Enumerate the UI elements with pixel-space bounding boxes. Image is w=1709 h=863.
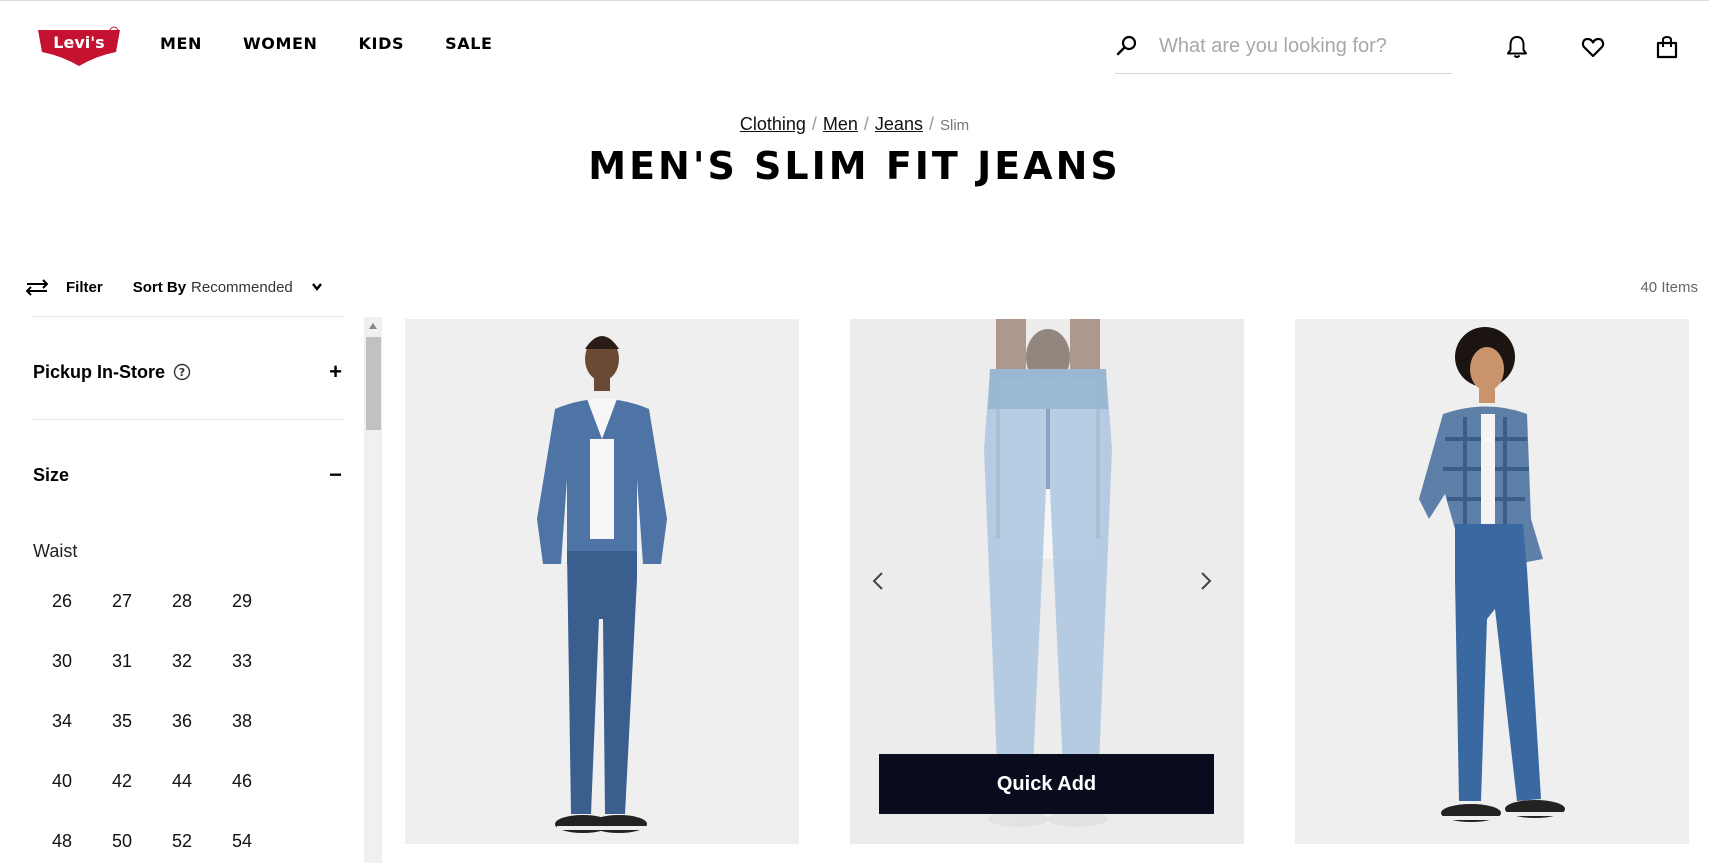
facet-size-label: Size (33, 464, 70, 485)
nav-men[interactable]: MEN (160, 34, 202, 53)
facet-pickup-in-store[interactable]: Pickup In-Store ? + (33, 357, 344, 387)
product-card[interactable] (405, 319, 799, 844)
collapse-icon: − (329, 462, 342, 487)
carousel-next-icon[interactable] (1194, 564, 1218, 598)
site-header: Levi's MEN WOMEN KIDS SALE (0, 4, 1709, 84)
facet-pickup-label: Pickup In-Store (33, 361, 166, 382)
sidebar-divider (33, 316, 344, 317)
size-option[interactable]: 30 (38, 642, 86, 680)
size-option[interactable]: 31 (98, 642, 146, 680)
listing-toolbar: Filter Sort By Recommended (26, 274, 323, 300)
breadcrumb-jeans[interactable]: Jeans (875, 114, 923, 134)
filter-button[interactable]: Filter (26, 278, 103, 296)
heart-icon[interactable] (1580, 34, 1606, 60)
bell-icon[interactable] (1504, 34, 1530, 60)
product-card[interactable]: Quick Add (850, 319, 1244, 844)
size-option[interactable]: 42 (98, 762, 146, 800)
page-title: MEN'S SLIM FIT JEANS (588, 144, 1121, 188)
sidebar-divider (33, 419, 344, 420)
filter-label: Filter (66, 278, 103, 296)
waist-size-grid: 26 27 28 29 30 31 32 33 34 35 36 38 40 4… (38, 582, 278, 863)
sidebar-scrollbar[interactable] (364, 317, 382, 863)
size-option[interactable]: 44 (158, 762, 206, 800)
breadcrumb-current: Slim (939, 117, 970, 134)
breadcrumb-separator: / (928, 114, 934, 134)
breadcrumb-separator: / (811, 114, 817, 134)
scroll-up-arrow[interactable] (369, 323, 377, 329)
breadcrumb-men[interactable]: Men (823, 114, 858, 134)
svg-text:?: ? (179, 366, 185, 379)
size-option[interactable]: 46 (218, 762, 266, 800)
expand-icon: + (329, 359, 342, 384)
levis-logo-mark: Levi's (38, 26, 120, 66)
size-option[interactable]: 48 (38, 822, 86, 860)
size-option[interactable]: 32 (158, 642, 206, 680)
search-input[interactable] (1159, 30, 1449, 62)
search-bar (1115, 26, 1452, 74)
search-icon[interactable] (1115, 34, 1139, 58)
size-option[interactable]: 29 (218, 582, 266, 620)
facet-size[interactable]: Size − (33, 460, 344, 490)
size-option[interactable]: 40 (38, 762, 86, 800)
size-option[interactable]: 28 (158, 582, 206, 620)
quick-add-button[interactable]: Quick Add (879, 754, 1214, 814)
sort-value: Recommended (191, 278, 293, 296)
scrollbar-thumb[interactable] (366, 337, 381, 430)
size-option[interactable]: 33 (218, 642, 266, 680)
size-option[interactable]: 52 (158, 822, 206, 860)
levis-logo[interactable]: Levi's (36, 26, 122, 68)
waist-label: Waist (33, 541, 78, 561)
breadcrumb: Clothing / Men / Jeans / Slim (0, 114, 1709, 135)
size-option[interactable]: 50 (98, 822, 146, 860)
size-option[interactable]: 35 (98, 702, 146, 740)
size-option[interactable]: 36 (158, 702, 206, 740)
size-option[interactable]: 54 (218, 822, 266, 860)
product-image-model-plaid-shirt (1295, 319, 1689, 844)
carousel-prev-icon[interactable] (866, 564, 890, 598)
svg-text:Levi's: Levi's (53, 33, 104, 52)
breadcrumb-separator: / (863, 114, 869, 134)
size-option[interactable]: 26 (38, 582, 86, 620)
item-count: 40 Items (1640, 279, 1698, 296)
size-option[interactable]: 38 (218, 702, 266, 740)
size-option[interactable]: 27 (98, 582, 146, 620)
filter-icon (26, 279, 48, 296)
size-option[interactable]: 34 (38, 702, 86, 740)
sort-dropdown[interactable]: Sort By Recommended (133, 279, 323, 296)
help-icon[interactable]: ? (173, 363, 191, 381)
sort-label: Sort By (132, 278, 187, 296)
nav-women[interactable]: WOMEN (243, 34, 318, 53)
nav-sale[interactable]: SALE (445, 34, 492, 53)
bag-icon[interactable] (1654, 34, 1680, 60)
nav-kids[interactable]: KIDS (359, 34, 405, 53)
product-image-model-denim-jacket (405, 319, 799, 844)
breadcrumb-clothing[interactable]: Clothing (740, 114, 806, 134)
main-nav: MEN WOMEN KIDS SALE (160, 34, 493, 53)
product-card[interactable] (1295, 319, 1689, 844)
chevron-down-icon (311, 283, 322, 291)
